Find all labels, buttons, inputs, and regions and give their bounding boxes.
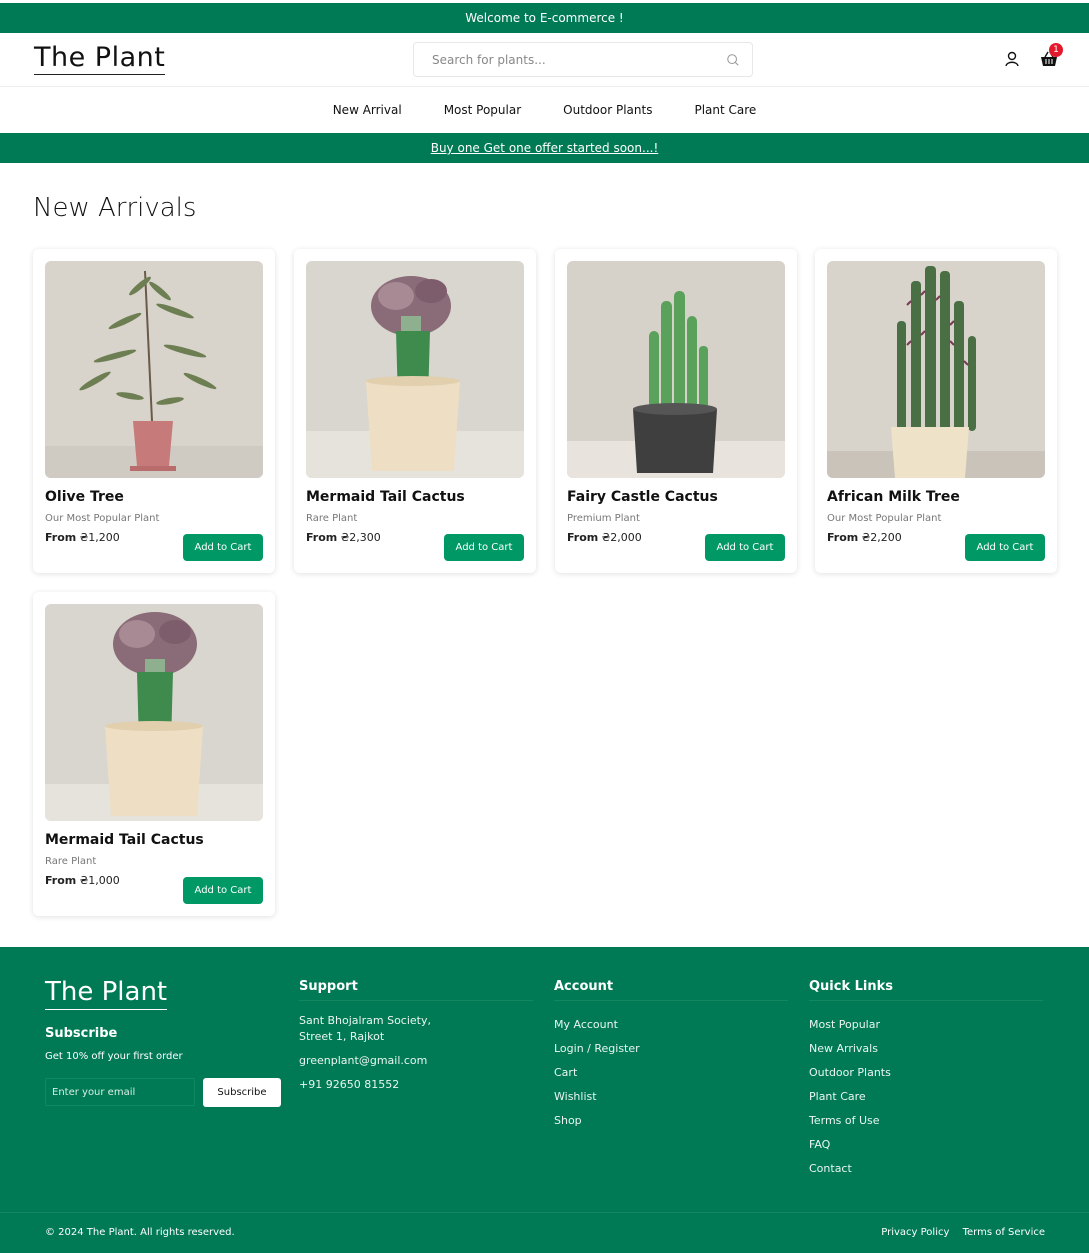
footer-link-faq[interactable]: FAQ bbox=[809, 1133, 1043, 1157]
product-tag: Premium Plant bbox=[567, 513, 640, 524]
product-tag: Our Most Popular Plant bbox=[45, 513, 160, 524]
product-card[interactable]: Olive Tree Our Most Popular Plant From ₴… bbox=[33, 249, 275, 573]
support-email[interactable]: greenplant@gmail.com bbox=[299, 1053, 533, 1069]
quick-links-title: Quick Links bbox=[809, 979, 1043, 1001]
footer-link-contact[interactable]: Contact bbox=[809, 1157, 1043, 1181]
footer-link-new-arrivals[interactable]: New Arrivals bbox=[809, 1037, 1043, 1061]
product-name[interactable]: Fairy Castle Cactus bbox=[567, 489, 718, 505]
footer-link-shop[interactable]: Shop bbox=[554, 1109, 788, 1133]
product-tag: Our Most Popular Plant bbox=[827, 513, 942, 524]
subscribe-button[interactable]: Subscribe bbox=[203, 1078, 281, 1107]
quick-links-column: Quick Links Most Popular New Arrivals Ou… bbox=[809, 979, 1043, 1181]
support-address: Sant Bhojalram Society, Street 1, Rajkot bbox=[299, 1014, 431, 1043]
footer-link-wishlist[interactable]: Wishlist bbox=[554, 1085, 788, 1109]
product-card[interactable]: Mermaid Tail Cactus Rare Plant From ₴1,0… bbox=[33, 592, 275, 916]
footer-bottom: © 2024 The Plant. All rights reserved. P… bbox=[0, 1212, 1089, 1253]
nav-outdoor-plants[interactable]: Outdoor Plants bbox=[542, 103, 673, 117]
product-tag: Rare Plant bbox=[306, 513, 358, 524]
footer-link-cart[interactable]: Cart bbox=[554, 1061, 788, 1085]
product-name[interactable]: African Milk Tree bbox=[827, 489, 960, 505]
main-nav: New Arrival Most Popular Outdoor Plants … bbox=[0, 88, 1089, 132]
email-field[interactable] bbox=[45, 1078, 195, 1106]
cart-count-badge: 1 bbox=[1049, 43, 1063, 57]
account-title: Account bbox=[554, 979, 788, 1001]
add-to-cart-button[interactable]: Add to Cart bbox=[705, 534, 785, 561]
product-price: From ₴2,300 bbox=[306, 531, 381, 544]
product-image-mermaid-tail-cactus[interactable] bbox=[306, 261, 524, 478]
product-price: From ₴2,200 bbox=[827, 531, 902, 544]
product-name[interactable]: Olive Tree bbox=[45, 489, 124, 505]
footer-link-login-register[interactable]: Login / Register bbox=[554, 1037, 788, 1061]
copyright-text: © 2024 The Plant. All rights reserved. bbox=[45, 1227, 235, 1238]
logo[interactable]: The Plant bbox=[34, 43, 166, 75]
footer: The Plant Subscribe Get 10% off your fir… bbox=[0, 947, 1089, 1253]
product-image-mermaid-tail-cactus[interactable] bbox=[45, 604, 263, 821]
offer-link[interactable]: Buy one Get one offer started soon...! bbox=[431, 141, 659, 155]
add-to-cart-button[interactable]: Add to Cart bbox=[444, 534, 524, 561]
subscribe-title: Subscribe bbox=[45, 1026, 118, 1041]
footer-link-most-popular[interactable]: Most Popular bbox=[809, 1013, 1043, 1037]
footer-link-my-account[interactable]: My Account bbox=[554, 1013, 788, 1037]
header: The Plant 1 bbox=[0, 33, 1089, 87]
product-name[interactable]: Mermaid Tail Cactus bbox=[45, 832, 204, 848]
product-tag: Rare Plant bbox=[45, 856, 97, 867]
product-image-fairy-castle-cactus[interactable] bbox=[567, 261, 785, 478]
terms-of-service-link[interactable]: Terms of Service bbox=[963, 1227, 1045, 1238]
nav-plant-care[interactable]: Plant Care bbox=[673, 103, 777, 117]
product-card[interactable]: Fairy Castle Cactus Premium Plant From ₴… bbox=[555, 249, 797, 573]
account-column: Account My Account Login / Register Cart… bbox=[554, 979, 788, 1133]
product-image-african-milk-tree[interactable] bbox=[827, 261, 1045, 478]
footer-link-terms-of-use[interactable]: Terms of Use bbox=[809, 1109, 1043, 1133]
privacy-policy-link[interactable]: Privacy Policy bbox=[881, 1227, 949, 1238]
subscribe-text: Get 10% off your first order bbox=[45, 1051, 183, 1062]
nav-new-arrival[interactable]: New Arrival bbox=[312, 103, 423, 117]
product-price: From ₴2,000 bbox=[567, 531, 642, 544]
footer-logo[interactable]: The Plant bbox=[45, 977, 168, 1010]
product-price: From ₴1,200 bbox=[45, 531, 120, 544]
add-to-cart-button[interactable]: Add to Cart bbox=[183, 534, 263, 561]
search-icon[interactable] bbox=[726, 53, 740, 67]
support-column: Support Sant Bhojalram Society, Street 1… bbox=[299, 979, 533, 1101]
product-card[interactable]: Mermaid Tail Cactus Rare Plant From ₴2,3… bbox=[294, 249, 536, 573]
support-phone[interactable]: +91 92650 81552 bbox=[299, 1077, 533, 1093]
welcome-bar: Welcome to E-commerce ! bbox=[0, 3, 1089, 33]
search-box[interactable] bbox=[413, 42, 753, 77]
nav-most-popular[interactable]: Most Popular bbox=[423, 103, 542, 117]
product-card[interactable]: African Milk Tree Our Most Popular Plant… bbox=[815, 249, 1057, 573]
product-price: From ₴1,000 bbox=[45, 874, 120, 887]
search-input[interactable] bbox=[432, 52, 726, 67]
add-to-cart-button[interactable]: Add to Cart bbox=[183, 877, 263, 904]
add-to-cart-button[interactable]: Add to Cart bbox=[965, 534, 1045, 561]
user-icon[interactable] bbox=[1004, 51, 1020, 67]
offer-banner: Buy one Get one offer started soon...! bbox=[0, 133, 1089, 163]
product-name[interactable]: Mermaid Tail Cactus bbox=[306, 489, 465, 505]
support-title: Support bbox=[299, 979, 533, 1001]
footer-link-outdoor-plants[interactable]: Outdoor Plants bbox=[809, 1061, 1043, 1085]
product-image-olive-tree[interactable] bbox=[45, 261, 263, 478]
section-title: New Arrivals bbox=[33, 193, 197, 223]
footer-link-plant-care[interactable]: Plant Care bbox=[809, 1085, 1043, 1109]
welcome-text: Welcome to E-commerce ! bbox=[465, 11, 624, 25]
legal-links: Privacy Policy Terms of Service bbox=[871, 1227, 1045, 1238]
